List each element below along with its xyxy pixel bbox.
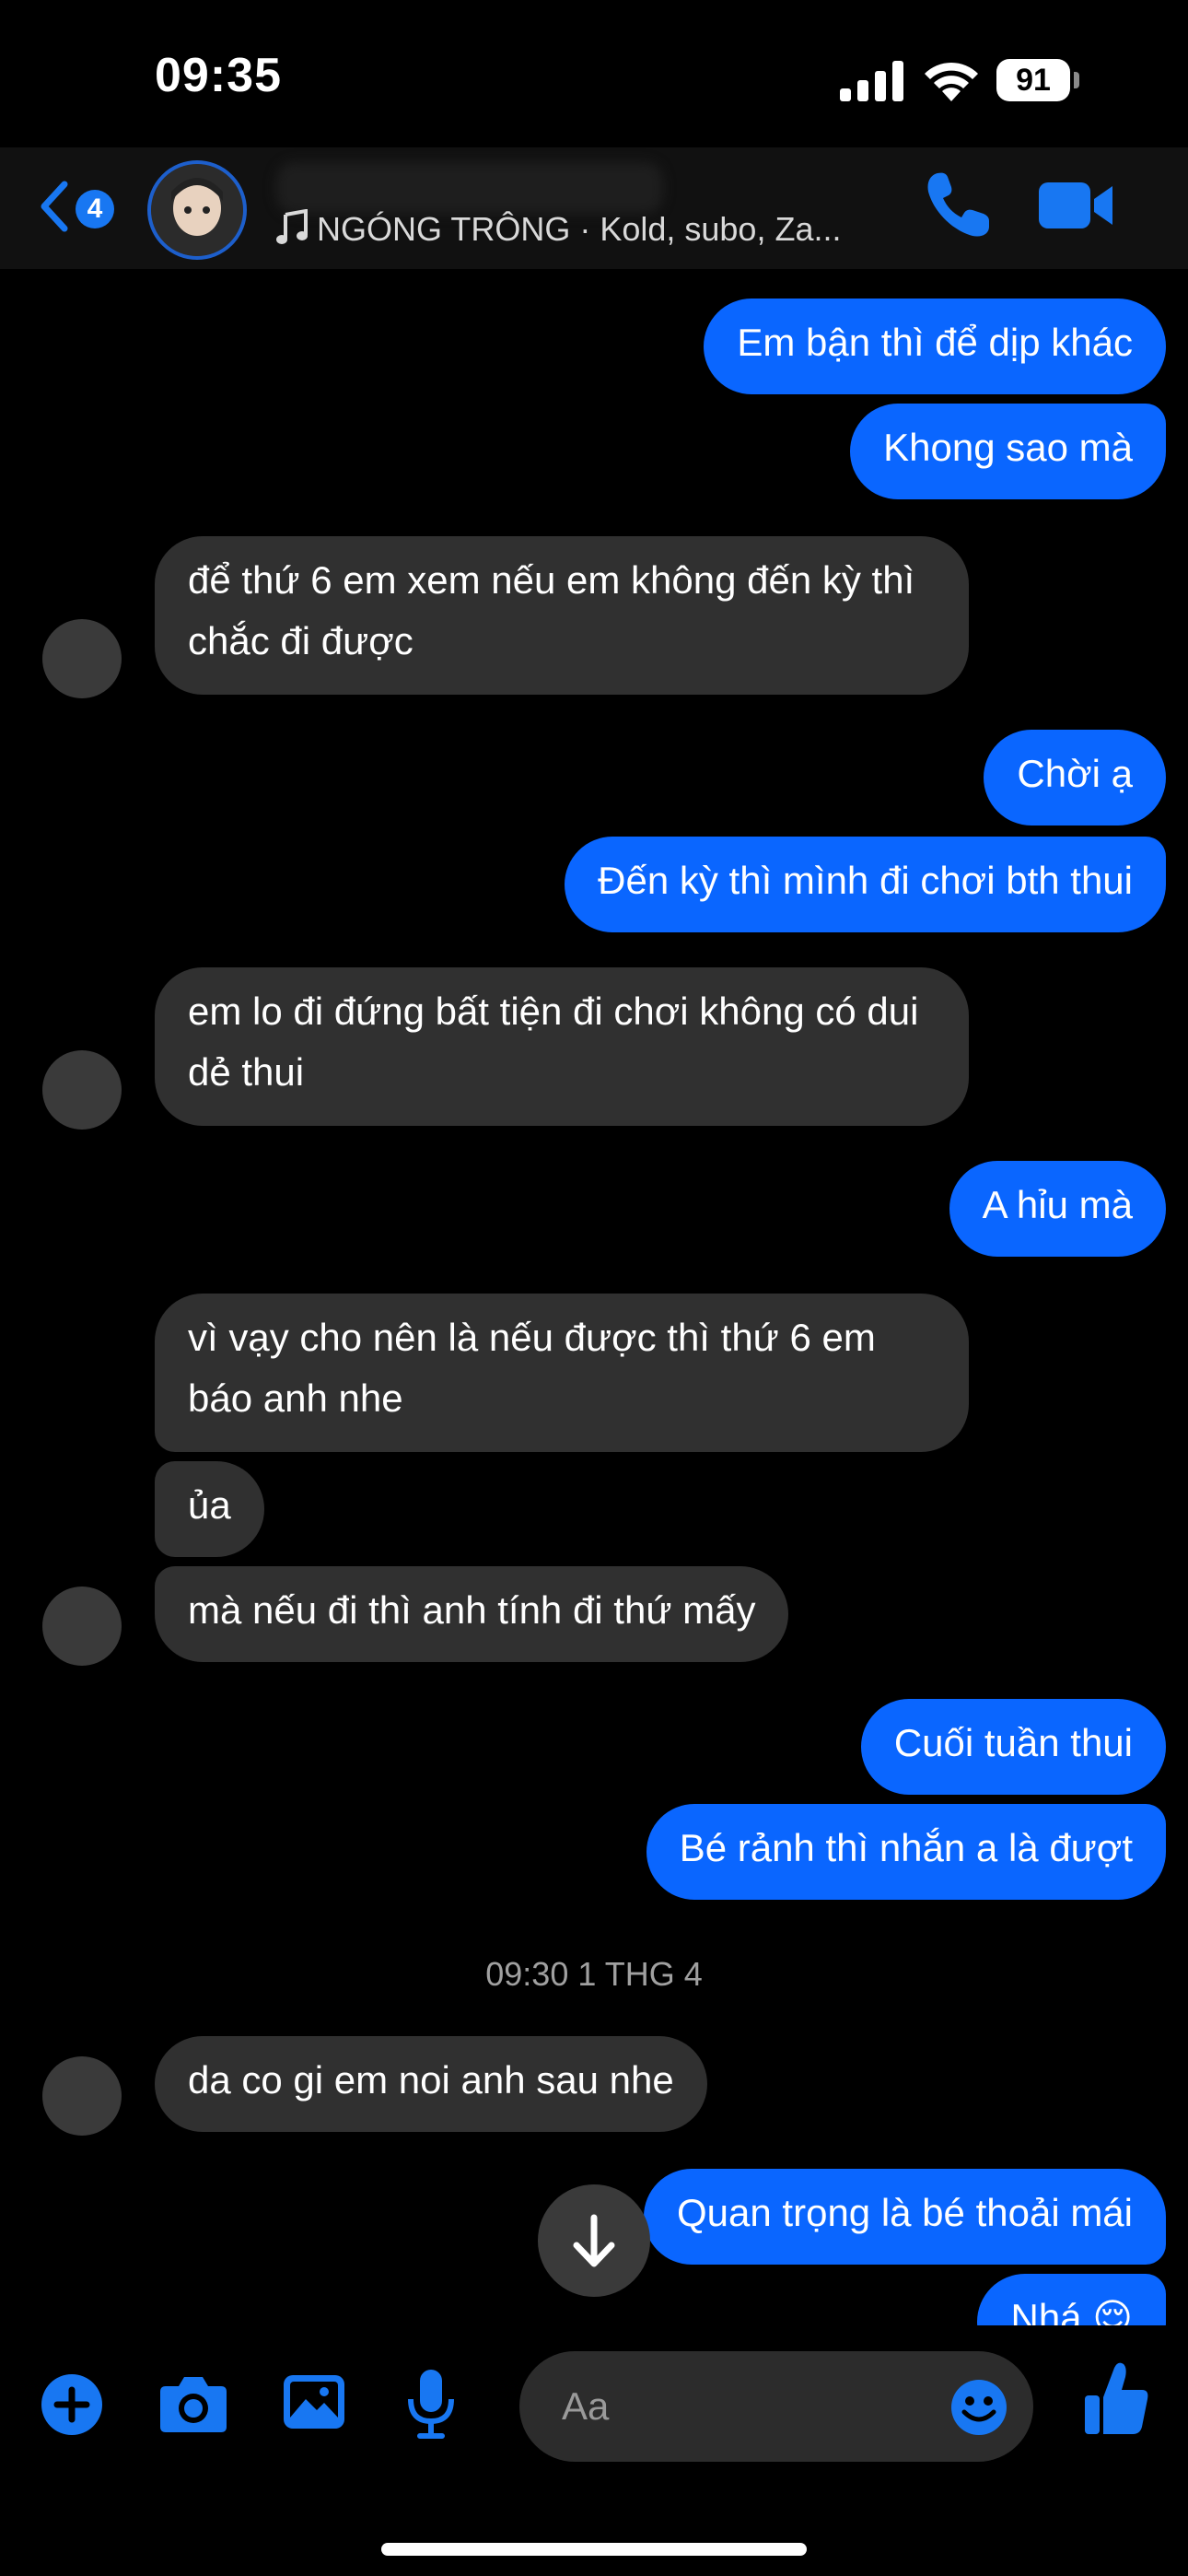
- sender-avatar[interactable]: [42, 1587, 122, 1666]
- message-bubble[interactable]: da co gi em noi anh sau nhe: [155, 2036, 707, 2132]
- sender-avatar[interactable]: [42, 2056, 122, 2136]
- sender-avatar[interactable]: [42, 619, 122, 698]
- unread-badge: 4: [76, 190, 114, 228]
- plus-icon[interactable]: [41, 2373, 103, 2436]
- message-timestamp: 09:30 1 THG 4: [485, 1955, 703, 1993]
- message-bubble[interactable]: Đến kỳ thì mình đi chơi bth thui: [565, 837, 1166, 932]
- cellular-signal-icon: [840, 61, 903, 101]
- message-list[interactable]: Em bận thì để dịp khác Khong sao mà để t…: [0, 269, 1188, 2325]
- chevron-left-icon: [41, 181, 68, 232]
- message-input[interactable]: Aa: [519, 2351, 1033, 2462]
- image-gallery-icon[interactable]: [282, 2371, 346, 2432]
- wifi-icon: [925, 62, 978, 101]
- message-bubble[interactable]: Nhá 😌: [977, 2274, 1166, 2325]
- message-bubble[interactable]: Em bận thì để dịp khác: [704, 299, 1166, 394]
- arrow-down-icon: [573, 2214, 615, 2267]
- home-indicator: [381, 2543, 807, 2556]
- phone-icon[interactable]: [925, 170, 991, 240]
- message-input-placeholder: Aa: [562, 2384, 610, 2428]
- message-bubble[interactable]: A hỉu mà: [949, 1161, 1166, 1257]
- composer-bar: Aa: [0, 2325, 1188, 2576]
- message-bubble[interactable]: Khong sao mà: [850, 404, 1166, 499]
- header-subtitle: NGÓNG TRÔNG · Kold, subo, Za...: [276, 206, 841, 252]
- message-bubble[interactable]: vì vạy cho nên là nếu được thì thứ 6 em …: [155, 1294, 969, 1452]
- microphone-icon[interactable]: [405, 2368, 457, 2440]
- message-bubble[interactable]: để thứ 6 em xem nếu em không đến kỳ thì …: [155, 536, 969, 695]
- status-bar: 09:35 91: [0, 0, 1188, 147]
- back-button[interactable]: 4: [35, 170, 136, 243]
- sender-avatar[interactable]: [42, 1050, 122, 1130]
- message-bubble[interactable]: Quan trọng là bé thoải mái: [644, 2169, 1166, 2265]
- battery-icon: 91: [996, 59, 1079, 101]
- avatar-image-icon: [151, 164, 243, 256]
- status-time: 09:35: [155, 49, 282, 102]
- contact-avatar[interactable]: [147, 160, 247, 260]
- camera-icon[interactable]: [158, 2373, 228, 2434]
- song-info: NGÓNG TRÔNG · Kold, subo, Za...: [317, 210, 842, 248]
- scroll-to-bottom-button[interactable]: [538, 2184, 650, 2297]
- thumbs-up-icon[interactable]: [1083, 2360, 1149, 2438]
- chat-header: 4 NGÓNG TRÔNG · Kold, subo, Za...: [0, 147, 1188, 269]
- message-bubble[interactable]: Bé rảnh thì nhắn a là đượt: [646, 1804, 1166, 1900]
- music-note-icon: [276, 209, 308, 244]
- message-bubble[interactable]: ủa: [155, 1461, 264, 1557]
- message-bubble[interactable]: Chời ạ: [984, 730, 1166, 825]
- message-bubble[interactable]: Cuối tuần thui: [860, 1699, 1166, 1795]
- message-bubble[interactable]: em lo đi đứng bất tiện đi chơi không có …: [155, 967, 969, 1126]
- video-camera-icon[interactable]: [1039, 177, 1116, 234]
- battery-level: 91: [1016, 63, 1051, 98]
- message-bubble[interactable]: mà nếu đi thì anh tính đi thứ mấy: [155, 1566, 789, 1662]
- emoji-icon[interactable]: [950, 2379, 1007, 2436]
